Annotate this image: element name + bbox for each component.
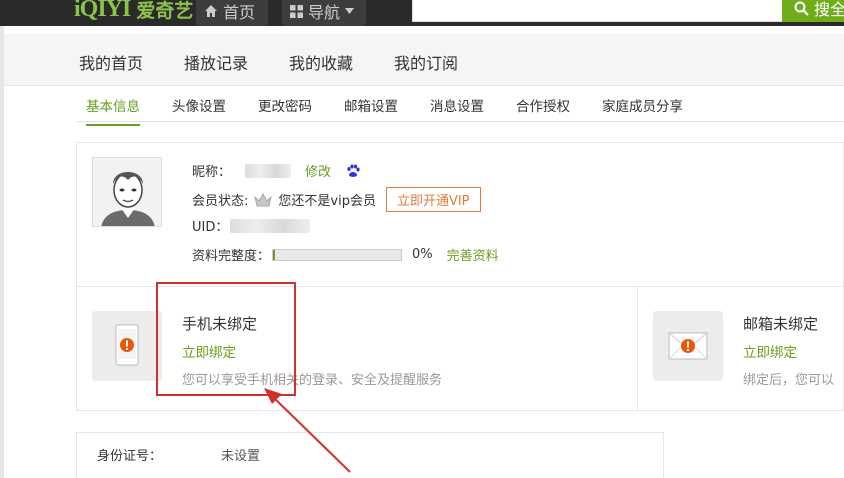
search-icon xyxy=(794,1,809,16)
search-button[interactable]: 搜全 xyxy=(782,0,844,22)
left-edge xyxy=(0,26,4,478)
grid-icon xyxy=(290,4,303,18)
iqiyi-logo[interactable]: iQIYI 爱奇艺 xyxy=(74,0,193,24)
member-label: 会员状态: xyxy=(192,194,249,209)
binding-divider xyxy=(637,286,638,411)
completeness-label: 资料完整度： xyxy=(192,249,271,264)
completeness-progress-fill xyxy=(273,249,276,260)
tab-avatar[interactable]: 头像设置 xyxy=(172,95,226,124)
home-icon xyxy=(205,5,217,17)
search-label: 搜全 xyxy=(814,0,844,19)
home-label: 首页 xyxy=(223,3,256,22)
email-bind-icon-box xyxy=(653,311,723,381)
activate-vip-button[interactable]: 立即开通VIP xyxy=(385,187,481,212)
sub-nav: 基本信息 头像设置 更改密码 邮箱设置 消息设置 合作授权 家庭成员分享 xyxy=(76,86,844,126)
tab-messages[interactable]: 消息设置 xyxy=(430,95,484,124)
tab-basic-info[interactable]: 基本信息 xyxy=(86,95,140,126)
annotation-highlight-box xyxy=(156,282,296,396)
uid-value-blurred xyxy=(230,218,311,233)
nickname-row: 昵称： 修改 xyxy=(192,161,362,180)
id-card-label: 身份证号： xyxy=(97,449,163,464)
logo-text: 爱奇艺 xyxy=(136,0,194,22)
tab-family-sharing[interactable]: 家庭成员分享 xyxy=(602,95,683,124)
member-status-row: 会员状态: 您还不是vip会员 立即开通VIP xyxy=(192,187,481,212)
completeness-progress-bar xyxy=(272,248,403,261)
nav-label: 导航 xyxy=(308,3,341,22)
email-warning-icon xyxy=(668,332,708,360)
completeness-value: 0% xyxy=(412,247,433,262)
email-bind-description: 绑定后，您可以 xyxy=(743,373,835,388)
uid-row: UID： xyxy=(192,216,311,235)
logo-mark: iQIYI xyxy=(74,0,131,22)
uid-label: UID： xyxy=(192,220,229,235)
main-nav-item-favorites[interactable]: 我的收藏 xyxy=(289,50,353,74)
top-bar: iQIYI 爱奇艺 首页 导航 搜全 xyxy=(0,0,844,26)
nickname-value-blurred xyxy=(245,163,292,178)
phone-bind-icon-box xyxy=(92,311,162,381)
search-input[interactable] xyxy=(412,0,784,22)
completeness-row: 资料完整度： 0% 完善资料 xyxy=(192,245,499,264)
id-card-panel: 身份证号： 未设置 xyxy=(76,432,664,478)
email-bind-title: 邮箱未绑定 xyxy=(743,315,819,333)
complete-profile-link[interactable]: 完善资料 xyxy=(447,245,499,264)
id-card-value: 未设置 xyxy=(221,449,261,464)
crown-icon xyxy=(254,192,273,206)
baidu-paw-icon[interactable] xyxy=(345,162,362,179)
main-nav: 我的首页 播放记录 我的收藏 我的订阅 xyxy=(4,34,844,86)
tab-authorization[interactable]: 合作授权 xyxy=(516,95,570,124)
phone-warning-icon xyxy=(115,324,139,366)
nickname-label: 昵称： xyxy=(192,165,232,180)
member-status-text: 您还不是vip会员 xyxy=(278,194,376,209)
home-button[interactable]: 首页 xyxy=(196,0,268,26)
main-nav-item-history[interactable]: 播放记录 xyxy=(184,50,248,74)
default-avatar-icon xyxy=(93,158,161,226)
main-nav-item-home[interactable]: 我的首页 xyxy=(79,50,143,74)
nav-menu-button[interactable]: 导航 xyxy=(282,0,366,26)
avatar[interactable] xyxy=(92,157,162,227)
main-nav-item-subscriptions[interactable]: 我的订阅 xyxy=(394,50,458,74)
email-bind-link[interactable]: 立即绑定 xyxy=(743,341,797,361)
tab-password[interactable]: 更改密码 xyxy=(258,95,312,124)
modify-nickname-link[interactable]: 修改 xyxy=(305,161,331,180)
chevron-down-icon xyxy=(345,8,355,14)
tab-email[interactable]: 邮箱设置 xyxy=(344,95,398,124)
